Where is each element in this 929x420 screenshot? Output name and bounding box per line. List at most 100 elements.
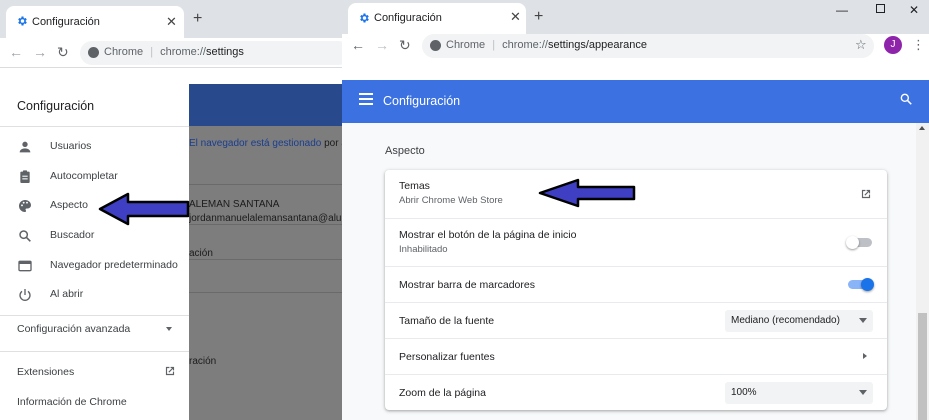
menu-item-label: Autocompletar: [50, 170, 118, 182]
settings-drawer: Configuración Usuarios Autocompletar Asp…: [0, 84, 189, 420]
advanced-settings-toggle[interactable]: Configuración avanzada: [0, 323, 189, 343]
page-title: Configuración: [383, 94, 461, 108]
scrollbar-thumb[interactable]: [918, 313, 927, 420]
zoom-select[interactable]: 100%: [725, 382, 873, 404]
menu-kebab-icon[interactable]: ⋮: [912, 37, 925, 53]
open-in-new-icon[interactable]: [859, 187, 873, 201]
font-size-value: Mediano (recomendado): [731, 315, 840, 326]
avatar[interactable]: J: [884, 36, 902, 54]
section-title: Aspecto: [385, 145, 425, 157]
menu-item-label: Aspecto: [50, 199, 88, 211]
settings-header: Configuración: [342, 80, 929, 123]
tab-settings[interactable]: Configuración ✕: [348, 3, 526, 34]
gear-icon: [18, 16, 27, 26]
close-tab-icon[interactable]: ✕: [510, 9, 521, 25]
reload-icon[interactable]: ↻: [399, 37, 411, 54]
arrow-annotation: [98, 192, 190, 226]
appearance-card: Temas Abrir Chrome Web Store Mostrar el …: [385, 170, 887, 410]
user-email: jordanmanuelalemansantana@alumn: [189, 213, 342, 224]
tab-settings[interactable]: Configuración ✕: [6, 6, 184, 38]
address-text: Chrome | chrome://settings/appearance: [446, 39, 648, 51]
menu-item-navegador-predeterminado[interactable]: Navegador predeterminado: [0, 252, 189, 280]
bookmarks-bar-row: Mostrar barra de marcadores: [385, 266, 887, 302]
drawer-divider: [0, 315, 189, 316]
custom-fonts-row[interactable]: Personalizar fuentes: [385, 338, 887, 374]
divider: [189, 292, 342, 293]
menu-item-buscador[interactable]: Buscador: [0, 222, 189, 250]
zoom-label: Zoom de la página: [399, 387, 486, 399]
menu-item-label: Buscador: [50, 229, 95, 241]
extra-text: ración: [189, 356, 217, 367]
font-size-select[interactable]: Mediano (recomendado): [725, 310, 873, 332]
tab-title: Configuración: [32, 16, 100, 28]
tab-strip: Configuración ✕ +: [0, 0, 342, 38]
toggle-knob: [846, 236, 859, 249]
drawer-title: Configuración: [17, 99, 95, 113]
extensions-label: Extensiones: [17, 366, 75, 378]
hamburger-menu-icon[interactable]: [359, 93, 373, 105]
back-icon[interactable]: ←: [9, 44, 23, 60]
home-button-row: Mostrar el botón de la página de inicio …: [385, 218, 887, 266]
reload-icon[interactable]: ↻: [57, 44, 69, 61]
home-button-label: Mostrar el botón de la página de inicio: [399, 229, 577, 241]
scrollbar[interactable]: [916, 123, 929, 420]
bookmarks-bar-label: Mostrar barra de marcadores: [399, 279, 535, 291]
clipboard-icon: [20, 170, 30, 183]
menu-item-label: Navegador predeterminado: [50, 259, 178, 271]
left-browser-window: Configuración ✕ + ← → ↻ Chrome | chrome:…: [0, 0, 342, 420]
zoom-row: Zoom de la página 100%: [385, 374, 887, 410]
back-icon[interactable]: ←: [351, 37, 365, 53]
person-icon: [19, 141, 31, 153]
tab-title: Configuración: [374, 12, 442, 24]
divider: [189, 259, 342, 260]
about-chrome-label: Información de Chrome: [17, 396, 127, 408]
user-name: ALEMAN SANTANA: [189, 199, 280, 210]
chevron-down-icon: [859, 390, 867, 395]
menu-item-usuarios[interactable]: Usuarios: [0, 133, 189, 161]
site-info-icon[interactable]: [430, 40, 441, 51]
advanced-settings-label: Configuración avanzada: [17, 323, 131, 335]
toggle-knob: [861, 278, 874, 291]
menu-item-al-abrir[interactable]: Al abrir: [0, 281, 189, 309]
bookmark-star-icon[interactable]: ☆: [855, 37, 867, 53]
right-browser-window: Configuración ✕ + — ✕ ← → ↻ Chrome | chr…: [342, 0, 929, 420]
bookmarks-bar-toggle[interactable]: [848, 278, 874, 291]
forward-icon[interactable]: →: [375, 37, 389, 53]
site-info-icon[interactable]: [88, 47, 99, 58]
chevron-down-icon: [859, 318, 867, 323]
address-text: Chrome | chrome://settings: [104, 46, 244, 58]
chevron-right-icon: [863, 353, 867, 359]
font-size-label: Tamaño de la fuente: [399, 315, 495, 327]
about-chrome-link[interactable]: Información de Chrome: [0, 396, 189, 414]
close-tab-icon[interactable]: ✕: [166, 14, 177, 30]
menu-item-autocompletar[interactable]: Autocompletar: [0, 163, 189, 191]
tab-strip: Configuración ✕ + — ✕: [342, 0, 929, 34]
chevron-down-icon: [166, 327, 172, 331]
browser-icon: [18, 260, 32, 272]
toolbar: ← → ↻ Chrome | chrome://settings: [0, 38, 342, 68]
settings-content: Aspecto Temas Abrir Chrome Web Store Mos…: [342, 123, 929, 420]
gear-icon: [360, 13, 369, 23]
address-bar[interactable]: Chrome | chrome://settings/appearance: [422, 34, 874, 58]
home-button-toggle[interactable]: [846, 236, 872, 249]
maximize-icon[interactable]: [876, 4, 885, 13]
settings-content-dimmed: El navegador está gestionado por alu ALE…: [189, 126, 342, 420]
power-icon: [19, 289, 31, 301]
search-icon[interactable]: [899, 92, 913, 106]
extensions-link[interactable]: Extensiones: [0, 366, 189, 384]
close-window-icon[interactable]: ✕: [909, 3, 919, 17]
minimize-icon[interactable]: —: [836, 3, 848, 17]
open-in-new-icon: [165, 366, 175, 376]
scroll-up-icon[interactable]: [919, 126, 925, 130]
home-button-sublabel: Inhabilitado: [399, 244, 448, 255]
themes-row[interactable]: Temas Abrir Chrome Web Store: [385, 170, 887, 218]
menu-item-label: Usuarios: [50, 140, 92, 152]
new-tab-icon[interactable]: +: [193, 10, 202, 28]
themes-label: Temas: [399, 180, 430, 192]
drawer-divider: [0, 351, 189, 352]
address-bar[interactable]: Chrome | chrome://settings: [80, 41, 342, 65]
new-tab-icon[interactable]: +: [534, 8, 543, 26]
forward-icon[interactable]: →: [33, 44, 47, 60]
arrow-annotation: [538, 178, 636, 208]
sync-text: ación: [189, 248, 213, 259]
